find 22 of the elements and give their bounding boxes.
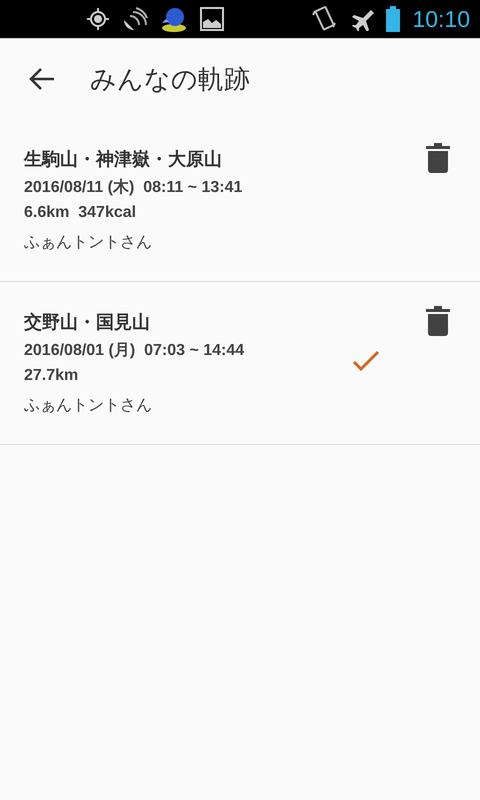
image-icon [200, 7, 224, 31]
track-stats: 27.7km [24, 366, 80, 386]
airplane-icon [350, 7, 374, 31]
clock: 10:10 [412, 6, 470, 32]
screen-title: みんなの軌跡 [90, 64, 250, 96]
track-stats: 6.6km 347kcal [24, 203, 138, 223]
track-item[interactable]: 交野山・国見山 2016/08/01 (月) 07:03 ~ 14:44 27.7km ふぁんトントさん [0, 282, 480, 445]
track-title: 生駒山・神津嶽・大原山 [24, 148, 223, 172]
satellite-icon [122, 6, 148, 32]
back-icon[interactable] [29, 67, 55, 91]
track-datetime: 2016/08/01 (月) 07:03 ~ 14:44 [24, 341, 246, 361]
vibrate-icon [312, 5, 338, 33]
track-user: ふぁんトントさん [24, 231, 153, 253]
gps-icon [86, 7, 110, 31]
track-item[interactable]: 生駒山・神津嶽・大原山 2016/08/11 (木) 08:11 ~ 13:41 6.6km 347kcal ふぁんトントさん [0, 119, 480, 282]
track-datetime: 2016/08/11 (木) 08:11 ~ 13:41 [24, 178, 244, 198]
track-title: 交野山・国見山 [24, 311, 151, 335]
battery-icon [386, 6, 400, 32]
app-icon [160, 5, 188, 33]
track-user: ふぁんトントさん [24, 394, 153, 416]
trash-icon[interactable] [426, 143, 450, 173]
trash-icon[interactable] [426, 306, 450, 336]
